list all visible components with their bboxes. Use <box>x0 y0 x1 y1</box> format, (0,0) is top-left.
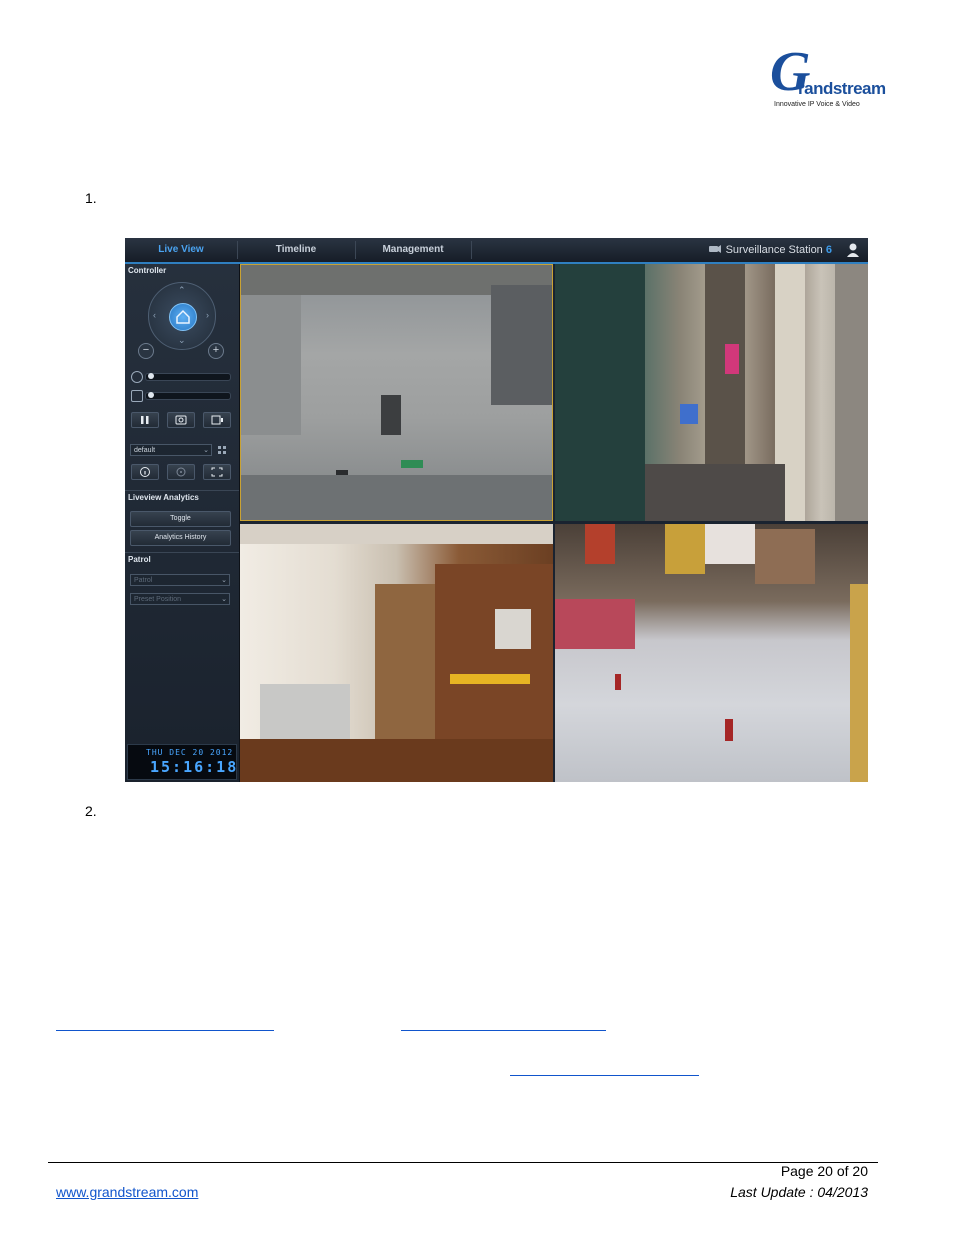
chevron-right-icon[interactable]: › <box>206 311 209 320</box>
patrol-title: Patrol <box>128 555 151 564</box>
volume-slider[interactable] <box>145 392 231 400</box>
digital-clock: THU DEC 20 2012 15:16:18 <box>127 744 237 780</box>
website-link[interactable]: www.grandstream.com <box>56 1184 198 1200</box>
home-button[interactable] <box>169 303 197 331</box>
link-underline[interactable] <box>56 1030 274 1031</box>
list-number-2: 2. <box>85 803 97 819</box>
link-underline[interactable] <box>401 1030 606 1031</box>
user-icon[interactable] <box>846 242 860 258</box>
chevron-down-icon: ⌄ <box>203 447 209 454</box>
chevron-up-icon[interactable]: ⌃ <box>178 286 186 295</box>
camera-icon <box>709 245 721 253</box>
tab-live-view[interactable]: Live View <box>125 238 237 262</box>
clock-time: 15:16:18 <box>150 758 239 776</box>
ptz-control-ring[interactable]: ⌃ ⌄ ‹ › <box>148 282 216 350</box>
patrol-select[interactable]: Patrol ⌄ <box>130 574 230 586</box>
layout-select-value: default <box>134 447 156 454</box>
zoom-out-button[interactable]: − <box>138 343 154 359</box>
fullscreen-icon <box>211 467 223 477</box>
target-icon <box>176 467 186 477</box>
surveillance-station-screenshot: Live View Timeline Management Surveillan… <box>125 238 868 782</box>
preset-position-select[interactable]: Preset Position ⌄ <box>130 593 230 605</box>
pause-button[interactable] <box>131 412 159 428</box>
camera-snapshot-icon <box>175 415 187 425</box>
page-number: Page 20 of 20 <box>780 1163 868 1179</box>
chevron-left-icon[interactable]: ‹ <box>153 311 156 320</box>
volume-icon <box>131 390 143 402</box>
snapshot-button[interactable] <box>167 412 195 428</box>
chevron-down-icon: ⌄ <box>221 577 227 584</box>
layout-select[interactable]: default ⌄ <box>130 444 212 456</box>
app-brand: Surveillance Station 6 <box>726 238 832 262</box>
zoom-in-button[interactable]: + <box>208 343 224 359</box>
camera-feed-4[interactable] <box>555 524 868 782</box>
grid-layout-icon[interactable] <box>217 445 227 455</box>
home-icon <box>176 309 190 324</box>
tab-timeline[interactable]: Timeline <box>237 238 355 262</box>
preset-position-value: Preset Position <box>134 596 182 603</box>
camera-feed-1[interactable] <box>240 264 553 521</box>
logo-wordmark: randstream <box>798 79 886 98</box>
toggle-button[interactable]: Toggle <box>130 511 231 527</box>
brand-version: 6 <box>825 244 832 256</box>
logo-tagline: Innovative IP Voice & Video <box>774 101 860 108</box>
grandstream-logo: G randstream Innovative IP Voice & Video <box>768 44 886 116</box>
brand-name: Surveillance Station <box>725 244 823 256</box>
controller-title: Controller <box>128 266 167 275</box>
record-icon <box>211 415 223 425</box>
tab-management[interactable]: Management <box>355 238 471 262</box>
last-update: Last Update : 04/2013 <box>730 1184 868 1200</box>
clock-date: THU DEC 20 2012 <box>146 748 234 757</box>
link-underline[interactable] <box>510 1075 699 1076</box>
zoom-slider[interactable] <box>145 373 231 381</box>
pause-icon <box>141 416 149 424</box>
chevron-down-icon: ⌄ <box>221 596 227 603</box>
patrol-select-value: Patrol <box>134 577 153 584</box>
analytics-history-button[interactable]: Analytics History <box>130 530 231 546</box>
info-button[interactable] <box>131 464 159 480</box>
camera-feed-3[interactable] <box>240 524 553 782</box>
info-icon <box>140 467 150 477</box>
liveview-analytics-title: Liveview Analytics <box>128 493 199 502</box>
record-button[interactable] <box>203 412 231 428</box>
chevron-down-icon[interactable]: ⌄ <box>178 336 186 345</box>
top-navigation-bar: Live View Timeline Management Surveillan… <box>125 238 868 264</box>
sidebar: Controller ⌃ ⌄ ‹ › − + default ⌄ Livevie… <box>125 264 240 782</box>
list-number-1: 1. <box>85 190 97 206</box>
camera-feed-2[interactable] <box>555 264 868 521</box>
zoom-icon <box>131 371 143 383</box>
focus-button[interactable] <box>167 464 195 480</box>
fullscreen-button[interactable] <box>203 464 231 480</box>
footer-divider <box>48 1162 878 1163</box>
